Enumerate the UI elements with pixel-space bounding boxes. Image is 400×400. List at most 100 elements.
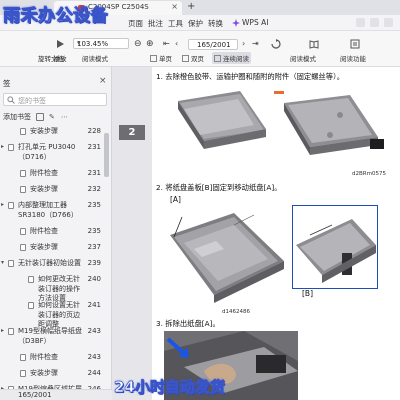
more-icon[interactable] (384, 18, 393, 27)
checkbox-icon (214, 55, 221, 62)
double-page-label: 双页 (191, 55, 204, 63)
continuous-read-option[interactable]: 连续阅读 (212, 52, 251, 64)
expand-arrow-icon[interactable]: ▸ (1, 201, 4, 208)
bookmark-label: 内部整理加工器SR3180（D766） (18, 201, 78, 219)
bookmark-icon (20, 228, 26, 235)
bookmark-page: 244 (87, 369, 101, 377)
promo-banner: 24小时自动发货 (114, 378, 226, 397)
close-icon[interactable]: × (99, 76, 107, 86)
read-mode-button[interactable] (300, 34, 328, 53)
bookmark-item[interactable]: ▸ 打孔单元 PU3040（D716） 231 (0, 143, 103, 169)
page-status: 165/2001 (18, 391, 52, 399)
checkbox-icon (182, 55, 189, 62)
menu-page[interactable]: 页面 (128, 18, 143, 29)
bookmark-item[interactable]: 安装步骤 228 (0, 127, 103, 143)
bookmark-item[interactable]: ▸ 内部整理加工器SR3180（D766） 235 (0, 201, 103, 227)
edit-icon[interactable]: ✎ (49, 113, 55, 121)
toolbar: 播放 103.45% ▾ ⊖ ⊕ ⇤ ‹ 165/2001 › ⇥ 旋转文档 阅… (0, 31, 400, 67)
step-3-text: 3. 拆除出纸盘[A]。 (156, 319, 220, 328)
bookmark-item[interactable]: 安装步骤 232 (0, 185, 103, 201)
bookmark-item[interactable]: 安装步骤 244 (0, 369, 103, 385)
new-tab-icon[interactable]: + (187, 1, 195, 12)
bookmark-item[interactable]: 安装步骤 237 (0, 243, 103, 259)
menu-tools[interactable]: 工具 (168, 18, 183, 29)
page-number-input[interactable]: 165/2001 (188, 39, 238, 50)
bookmark-item[interactable]: 附件检查 243 (0, 353, 103, 369)
menu-wps-ai[interactable]: WPS AI (242, 18, 268, 27)
bookmark-item[interactable]: 附件检查 235 (0, 227, 103, 243)
pdf-reader-window: C2004SP C2504S × + 雨禾办公设备 页面 批注 工具 保护 转换… (0, 0, 400, 400)
read-tools-button[interactable] (340, 34, 370, 53)
bookmark-page: 241 (87, 301, 101, 309)
read-features-label[interactable]: 阅读功能 (340, 53, 366, 63)
bookmark-item[interactable]: 如何更改无针装订器的操作方法设置 240 (0, 275, 103, 302)
bookmark-icon (8, 260, 14, 267)
shop-watermark: 雨禾办公设备 (3, 6, 108, 27)
bookmark-icon (8, 144, 14, 151)
bookmark-icon (20, 186, 26, 193)
bookmark-page: 231 (87, 169, 101, 177)
bookmark-icon (20, 128, 26, 135)
collapse-arrow-icon[interactable]: ▾ (1, 259, 4, 266)
document-page: 1. 去除橙色胶带、运输护圈和随附的附件（固定螺丝等）。 d2BRm0575 2… (152, 67, 400, 400)
bookmark-label: 安装步骤 (30, 127, 58, 135)
rotate-document-label[interactable]: 旋转文档 (38, 53, 64, 63)
bookmark-page: 235 (87, 227, 101, 235)
zoom-out-icon[interactable]: ⊖ (134, 39, 142, 49)
previous-page-icon[interactable]: ‹ (175, 39, 178, 48)
bookmark-icon (20, 244, 26, 251)
single-page-label: 单页 (159, 55, 172, 63)
bookmark-item[interactable]: 附件检查 231 (0, 169, 103, 185)
zoom-in-icon[interactable]: ⊕ (146, 39, 154, 49)
bookmark-item[interactable]: 如何设置无针装订器的页边距调整 241 (0, 301, 103, 328)
menu-annotate[interactable]: 批注 (148, 18, 163, 29)
menu-protect[interactable]: 保护 (188, 18, 203, 29)
bookmark-label: 安装步骤 (30, 185, 58, 193)
account-icon[interactable] (356, 18, 365, 27)
bookmark-icon (8, 202, 14, 209)
double-page-option[interactable]: 双页 (182, 53, 204, 63)
wps-ai-icon (232, 19, 240, 27)
zoom-select[interactable]: 103.45% ▾ (73, 38, 129, 49)
sidebar-title: 签 (3, 79, 11, 88)
page-status-bar: 165/2001 (0, 389, 112, 400)
next-page-icon[interactable]: › (242, 39, 245, 48)
add-bookmark-button[interactable]: 添加书签 (3, 112, 31, 122)
bookmark-page: 237 (87, 243, 101, 251)
bookmark-icon (20, 370, 26, 377)
search-placeholder: 您的书签 (18, 97, 46, 105)
bookmark-page: 243 (87, 353, 101, 361)
last-page-icon[interactable]: ⇥ (252, 39, 259, 48)
bookmark-icon (20, 354, 26, 361)
callout-b-label: [B] (302, 289, 313, 298)
more-options-icon[interactable]: ⋯ (61, 113, 68, 121)
share-icon[interactable] (370, 18, 379, 27)
expand-arrow-icon[interactable]: ▸ (1, 327, 4, 334)
bookmark-icon (28, 276, 34, 283)
reading-mode-label[interactable]: 阅读模式 (82, 53, 108, 63)
bookmark-item[interactable]: ▸ M19型横幅纸导纸盘（D3BF） 243 (0, 327, 103, 353)
page-margin (112, 67, 152, 400)
bookmark-label: 附件检查 (30, 169, 58, 177)
photo-2-caption: d1462486 (222, 309, 250, 315)
expand-arrow-icon[interactable]: ▸ (1, 143, 4, 150)
bookmark-item[interactable]: ▾ 无针装订器初始设置 239 (0, 259, 103, 275)
first-page-icon[interactable]: ⇤ (163, 39, 170, 48)
page-number-value: 165/2001 (197, 41, 231, 49)
bookmark-search-input[interactable]: 您的书签 (3, 93, 107, 106)
chapter-marker: 2 (119, 125, 145, 140)
tray-cover-photo (164, 205, 292, 309)
bookmark-icon[interactable] (36, 113, 44, 121)
sidebar-scrollbar[interactable] (104, 127, 109, 389)
scrollbar-thumb[interactable] (104, 133, 109, 177)
rotate-doc-button[interactable] (262, 34, 290, 53)
read-mode-label[interactable]: 阅读模式 (290, 53, 316, 63)
rotate-icon (271, 39, 281, 49)
menu-convert[interactable]: 转换 (208, 18, 223, 29)
bookmark-icon (20, 170, 26, 177)
bookmark-icon (28, 302, 34, 309)
single-page-option[interactable]: 单页 (150, 53, 172, 63)
bookmark-page: 232 (87, 185, 101, 193)
close-tab-icon[interactable]: × (171, 2, 178, 11)
bookmark-label: M19型横幅纸导纸盘（D3BF） (18, 327, 82, 345)
